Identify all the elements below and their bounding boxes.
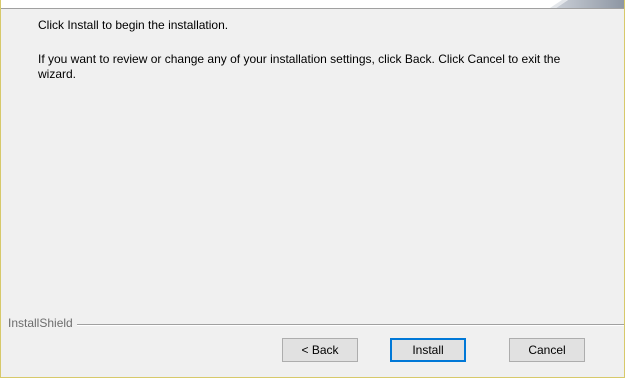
intro-text: Click Install to begin the installation. <box>38 18 229 32</box>
dialog-header-strip <box>1 0 624 9</box>
review-text: If you want to review or change any of y… <box>38 52 561 81</box>
installshield-branding: InstallShield <box>1 316 624 330</box>
dialog-content: Click Install to begin the installation.… <box>1 9 624 309</box>
installshield-label: InstallShield <box>8 316 77 330</box>
install-button[interactable]: Install <box>390 338 466 362</box>
banner-graphic <box>546 0 624 8</box>
installer-dialog: Click Install to begin the installation.… <box>0 0 625 378</box>
branding-divider <box>8 324 624 326</box>
back-button[interactable]: < Back <box>282 338 358 362</box>
banner-graphic-icon <box>550 0 624 8</box>
cancel-button[interactable]: Cancel <box>509 338 585 362</box>
